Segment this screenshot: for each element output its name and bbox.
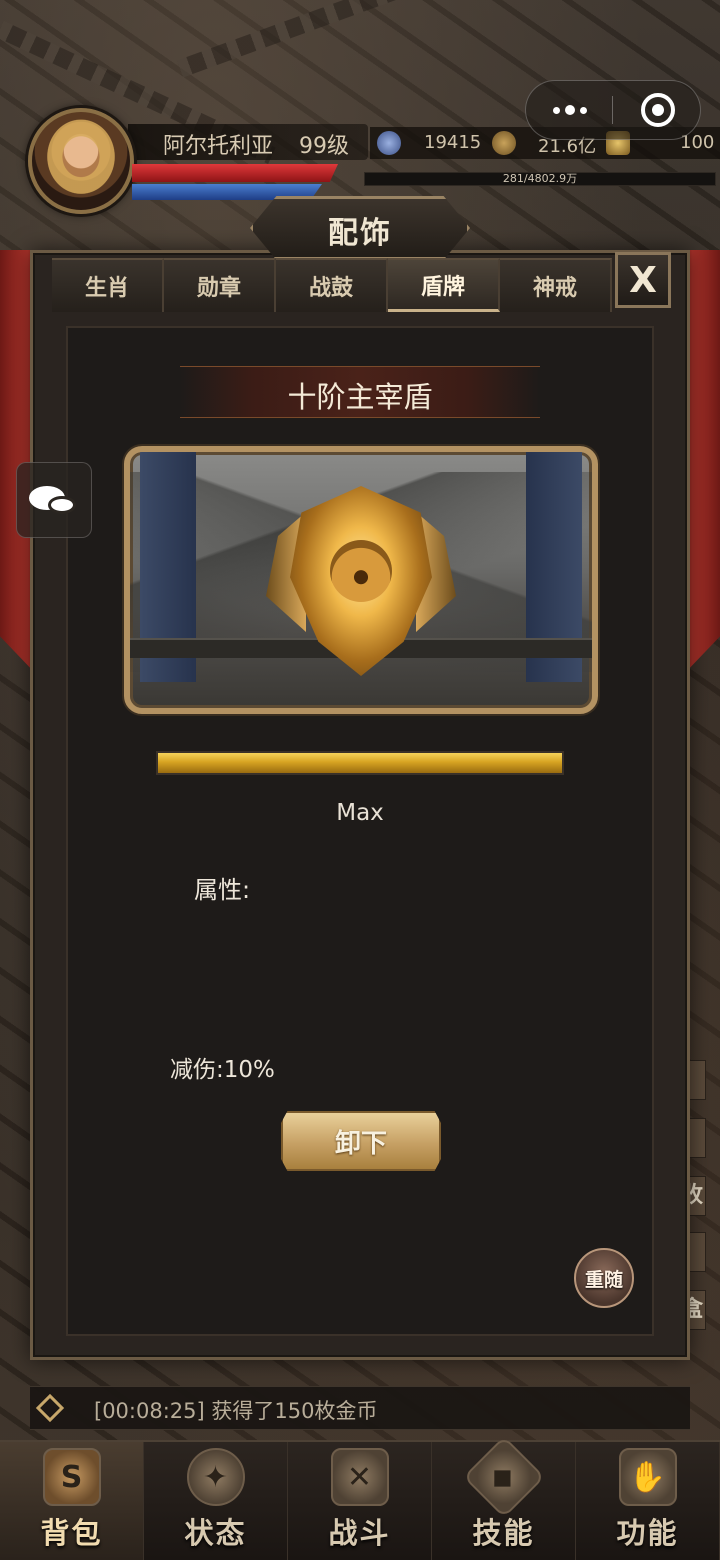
nav-bag-label: 背包 — [40, 1516, 103, 1550]
function-icon: ✋ — [618, 1448, 677, 1506]
nav-skill-label: 技能 — [472, 1516, 535, 1550]
nav-battle-label: 战斗 — [328, 1516, 391, 1550]
nav-skill[interactable]: ◆ 技能 — [432, 1435, 576, 1560]
player-name: 阿尔托利亚 — [163, 134, 274, 159]
reroll-button[interactable]: 重随 — [574, 1248, 634, 1308]
log-message: [00:08:25] 获得了150枚金币 — [94, 1399, 378, 1423]
avatar-portrait-detail — [38, 118, 124, 204]
hp-bar — [132, 164, 338, 182]
unequip-button[interactable]: 卸下 — [281, 1111, 441, 1171]
battle-icon: ✕ — [330, 1448, 389, 1506]
chat-icon-secondary — [48, 496, 76, 514]
tab-medal[interactable]: 勋章 — [164, 258, 276, 312]
tab-zodiac[interactable]: 生肖 — [52, 258, 164, 312]
item-name: 十阶主宰盾 — [287, 380, 433, 414]
nav-battle[interactable]: ✕ 战斗 — [288, 1442, 432, 1560]
attribute-label: 属性: — [194, 876, 251, 904]
nav-bag[interactable]: S 背包 — [0, 1442, 144, 1560]
tab-war-drum[interactable]: 战鼓 — [276, 258, 388, 312]
more-icon[interactable] — [546, 96, 594, 124]
level-progress-label: Max — [336, 800, 384, 826]
accessory-tabs: 生肖 勋章 战鼓 盾牌 神戒 — [52, 258, 612, 312]
crystal-icon — [377, 131, 401, 155]
exp-text: 281/4802.9万 — [502, 172, 578, 185]
nav-status-label: 状态 — [184, 1516, 247, 1550]
coin-icon — [492, 131, 516, 155]
panel-title: 配饰 — [328, 216, 392, 251]
tab-shield[interactable]: 盾牌 — [388, 258, 500, 312]
player-level: 99级 — [299, 134, 349, 159]
bag-icon: S — [42, 1448, 101, 1506]
level-progress-fill — [158, 753, 562, 773]
crystal-count: 19415 — [424, 132, 482, 153]
close-button[interactable]: X — [615, 252, 671, 308]
skill-icon: ◆ — [462, 1435, 545, 1519]
nav-function-label: 功能 — [616, 1516, 679, 1550]
bottom-nav: S 背包 ✦ 状态 ✕ 战斗 ◆ 技能 ✋ 功能 — [0, 1435, 720, 1560]
bear-emblem-icon — [330, 540, 392, 602]
damage-reduction-stat: 减伤:10% — [170, 1057, 275, 1083]
status-icon: ✦ — [186, 1448, 245, 1506]
nav-status[interactable]: ✦ 状态 — [144, 1442, 288, 1560]
item-artwork — [124, 446, 598, 714]
capsule-divider — [612, 96, 613, 124]
nav-function[interactable]: ✋ 功能 — [576, 1442, 720, 1560]
tab-divine-ring[interactable]: 神戒 — [500, 258, 612, 312]
exit-target-icon[interactable] — [641, 93, 675, 127]
